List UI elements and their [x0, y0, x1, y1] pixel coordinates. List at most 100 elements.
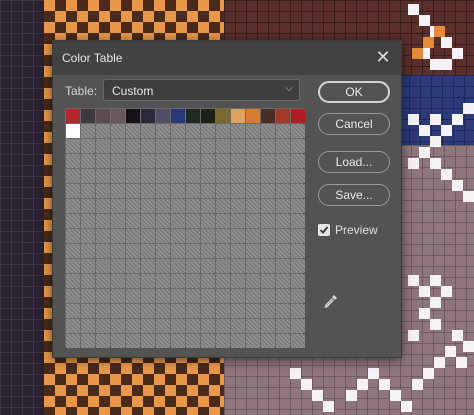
color-swatch[interactable] — [66, 334, 80, 348]
color-swatch[interactable] — [276, 109, 290, 123]
color-swatch[interactable] — [201, 244, 215, 258]
color-swatch[interactable] — [276, 319, 290, 333]
color-swatch[interactable] — [126, 229, 140, 243]
color-swatch[interactable] — [246, 319, 260, 333]
eyedropper-icon[interactable] — [323, 293, 339, 309]
color-swatch[interactable] — [291, 169, 305, 183]
color-swatch[interactable] — [81, 304, 95, 318]
color-swatch[interactable] — [261, 139, 275, 153]
color-swatch[interactable] — [66, 169, 80, 183]
color-swatch[interactable] — [126, 109, 140, 123]
color-swatch-grid[interactable] — [65, 108, 305, 348]
color-swatch[interactable] — [201, 169, 215, 183]
color-swatch[interactable] — [171, 289, 185, 303]
color-swatch[interactable] — [156, 229, 170, 243]
color-swatch[interactable] — [171, 184, 185, 198]
color-swatch[interactable] — [276, 199, 290, 213]
color-swatch[interactable] — [231, 229, 245, 243]
color-swatch[interactable] — [156, 169, 170, 183]
color-swatch[interactable] — [291, 259, 305, 273]
color-swatch[interactable] — [126, 124, 140, 138]
color-swatch[interactable] — [111, 199, 125, 213]
color-swatch[interactable] — [96, 304, 110, 318]
color-swatch[interactable] — [81, 199, 95, 213]
color-swatch[interactable] — [66, 124, 80, 138]
color-swatch[interactable] — [261, 214, 275, 228]
color-swatch[interactable] — [276, 214, 290, 228]
color-swatch[interactable] — [81, 184, 95, 198]
color-swatch[interactable] — [291, 154, 305, 168]
color-swatch[interactable] — [246, 214, 260, 228]
color-swatch[interactable] — [246, 154, 260, 168]
color-swatch[interactable] — [66, 199, 80, 213]
color-swatch[interactable] — [246, 169, 260, 183]
color-swatch[interactable] — [66, 259, 80, 273]
color-swatch[interactable] — [66, 289, 80, 303]
color-swatch[interactable] — [201, 229, 215, 243]
color-swatch[interactable] — [66, 274, 80, 288]
color-swatch[interactable] — [216, 319, 230, 333]
color-swatch[interactable] — [141, 214, 155, 228]
color-swatch[interactable] — [156, 184, 170, 198]
color-swatch[interactable] — [186, 304, 200, 318]
color-swatch[interactable] — [186, 214, 200, 228]
color-swatch[interactable] — [216, 154, 230, 168]
color-swatch[interactable] — [141, 229, 155, 243]
color-swatch[interactable] — [291, 109, 305, 123]
color-swatch[interactable] — [276, 229, 290, 243]
color-swatch[interactable] — [216, 169, 230, 183]
color-swatch[interactable] — [246, 184, 260, 198]
color-swatch[interactable] — [141, 259, 155, 273]
color-swatch[interactable] — [276, 184, 290, 198]
color-swatch[interactable] — [96, 319, 110, 333]
color-swatch[interactable] — [186, 124, 200, 138]
color-swatch[interactable] — [171, 274, 185, 288]
color-swatch[interactable] — [111, 334, 125, 348]
color-swatch[interactable] — [216, 139, 230, 153]
color-swatch[interactable] — [81, 169, 95, 183]
color-swatch[interactable] — [186, 139, 200, 153]
color-swatch[interactable] — [156, 214, 170, 228]
color-swatch[interactable] — [156, 274, 170, 288]
color-swatch[interactable] — [156, 154, 170, 168]
color-swatch[interactable] — [216, 334, 230, 348]
color-swatch[interactable] — [111, 109, 125, 123]
color-swatch[interactable] — [201, 319, 215, 333]
color-swatch[interactable] — [231, 184, 245, 198]
color-swatch[interactable] — [261, 319, 275, 333]
color-swatch[interactable] — [66, 319, 80, 333]
color-swatch[interactable] — [276, 169, 290, 183]
color-swatch[interactable] — [216, 259, 230, 273]
color-swatch[interactable] — [171, 214, 185, 228]
color-swatch[interactable] — [261, 259, 275, 273]
color-swatch[interactable] — [291, 334, 305, 348]
color-swatch[interactable] — [291, 319, 305, 333]
color-swatch[interactable] — [216, 289, 230, 303]
color-swatch[interactable] — [261, 274, 275, 288]
color-swatch[interactable] — [186, 289, 200, 303]
color-swatch[interactable] — [276, 289, 290, 303]
color-swatch[interactable] — [186, 334, 200, 348]
load-button[interactable]: Load... — [318, 151, 390, 173]
color-swatch[interactable] — [156, 244, 170, 258]
color-swatch[interactable] — [66, 109, 80, 123]
color-swatch[interactable] — [66, 304, 80, 318]
color-swatch[interactable] — [231, 244, 245, 258]
color-swatch[interactable] — [231, 304, 245, 318]
color-swatch[interactable] — [111, 229, 125, 243]
color-swatch[interactable] — [126, 274, 140, 288]
color-swatch[interactable] — [81, 139, 95, 153]
color-swatch[interactable] — [246, 244, 260, 258]
color-swatch[interactable] — [291, 244, 305, 258]
color-swatch[interactable] — [126, 334, 140, 348]
color-swatch[interactable] — [156, 139, 170, 153]
color-swatch[interactable] — [186, 244, 200, 258]
color-swatch[interactable] — [246, 334, 260, 348]
color-swatch[interactable] — [156, 289, 170, 303]
color-swatch[interactable] — [126, 184, 140, 198]
color-swatch[interactable] — [126, 289, 140, 303]
color-swatch[interactable] — [96, 184, 110, 198]
color-swatch[interactable] — [96, 154, 110, 168]
color-swatch[interactable] — [81, 244, 95, 258]
color-swatch[interactable] — [186, 169, 200, 183]
